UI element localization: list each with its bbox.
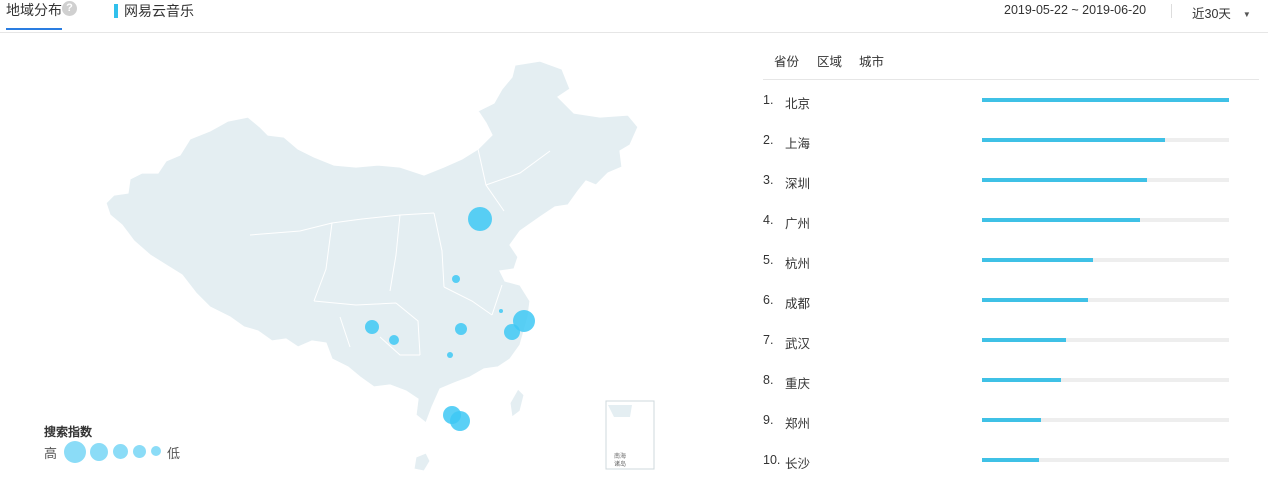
city-name: 武汉 xyxy=(785,337,811,351)
brand-keyword: 网易云音乐 xyxy=(114,2,194,20)
rank-bar-fill xyxy=(982,98,1229,102)
rank-number: 8. xyxy=(763,373,774,387)
city-bubble[interactable] xyxy=(455,323,467,335)
city-name: 上海 xyxy=(785,137,811,151)
help-icon[interactable]: ? xyxy=(62,1,77,16)
rank-number: 3. xyxy=(763,173,774,187)
city-bubble[interactable] xyxy=(468,207,492,231)
date-range[interactable]: 2019-05-22 ~ 2019-06-20 xyxy=(1004,3,1146,17)
header-divider xyxy=(1171,4,1172,18)
list-item[interactable]: 3. 深圳 xyxy=(763,171,1233,191)
china-map-landmass xyxy=(105,60,639,472)
rank-bar-track xyxy=(982,298,1229,302)
city-name: 重庆 xyxy=(785,377,811,391)
tab-city[interactable]: 城市 xyxy=(859,51,884,70)
legend-dot xyxy=(64,441,86,463)
list-item[interactable]: 5. 杭州 xyxy=(763,251,1233,271)
legend-dot xyxy=(90,443,108,461)
tab-region-distribution[interactable]: 地域分布 xyxy=(6,0,62,31)
list-item[interactable]: 8. 重庆 xyxy=(763,371,1233,391)
list-item[interactable]: 7. 武汉 xyxy=(763,331,1233,351)
range-select-label: 近30天 xyxy=(1192,7,1231,21)
city-name: 杭州 xyxy=(785,257,811,271)
rank-bar-fill xyxy=(982,298,1089,302)
list-item[interactable]: 9. 郑州 xyxy=(763,411,1233,431)
inset-label-1: 南海 xyxy=(614,452,626,460)
tab-region[interactable]: 区域 xyxy=(817,51,842,70)
list-item[interactable]: 10. 长沙 xyxy=(763,451,1233,471)
inset-label-2: 诸岛 xyxy=(614,460,626,468)
legend-dot xyxy=(113,444,128,459)
rank-bar-track xyxy=(982,218,1229,222)
city-bubble[interactable] xyxy=(499,309,503,313)
rank-bar-fill xyxy=(982,138,1165,142)
rank-bar-track xyxy=(982,138,1229,142)
rank-number: 10. xyxy=(763,453,781,467)
tab-province[interactable]: 省份 xyxy=(774,51,799,70)
city-bubble[interactable] xyxy=(389,335,399,345)
rank-bar-fill xyxy=(982,258,1094,262)
list-item[interactable]: 1. 北京 xyxy=(763,91,1233,111)
tab-active-underline xyxy=(6,28,62,30)
city-bubble[interactable] xyxy=(447,352,453,358)
header-bar: 地域分布 ? 网易云音乐 2019-05-22 ~ 2019-06-20 近30… xyxy=(0,0,1268,33)
city-name: 成都 xyxy=(785,297,811,311)
ranking-tabs: 省份 区域 城市 xyxy=(763,50,1259,80)
rank-number: 4. xyxy=(763,213,774,227)
rank-bar-fill xyxy=(982,338,1066,342)
rank-bar-fill xyxy=(982,378,1062,382)
list-item[interactable]: 6. 成都 xyxy=(763,291,1233,311)
rank-number: 5. xyxy=(763,253,774,267)
rank-bar-track xyxy=(982,378,1229,382)
legend-title: 搜索指数 xyxy=(44,425,93,439)
city-name: 长沙 xyxy=(785,457,811,471)
city-bubble[interactable] xyxy=(365,320,379,334)
rank-bar-track xyxy=(982,418,1229,422)
city-name: 深圳 xyxy=(785,177,811,191)
legend-low-label: 低 xyxy=(167,446,181,461)
city-name: 广州 xyxy=(785,217,811,231)
south-sea-inset: 南海 诸岛 xyxy=(605,400,655,470)
city-bubble[interactable] xyxy=(504,324,520,340)
rank-bar-track xyxy=(982,458,1229,462)
list-item[interactable]: 2. 上海 xyxy=(763,131,1233,151)
list-item[interactable]: 4. 广州 xyxy=(763,211,1233,231)
city-bubble[interactable] xyxy=(452,275,460,283)
rank-bar-track xyxy=(982,258,1229,262)
rank-bar-track xyxy=(982,98,1229,102)
city-bubble[interactable] xyxy=(450,411,470,431)
rank-bar-track xyxy=(982,178,1229,182)
city-name: 北京 xyxy=(785,97,811,111)
brand-label: 网易云音乐 xyxy=(124,3,194,19)
tab-label: 地域分布 xyxy=(6,2,62,18)
range-select[interactable]: 近30天 ▼ xyxy=(1192,3,1251,22)
rank-bar-fill xyxy=(982,418,1042,422)
brand-color-marker xyxy=(114,4,118,18)
legend-dot xyxy=(151,446,161,456)
rank-bar-fill xyxy=(982,178,1148,182)
rank-bar-fill xyxy=(982,218,1141,222)
chevron-down-icon: ▼ xyxy=(1242,10,1251,19)
rank-number: 9. xyxy=(763,413,774,427)
china-map: 南海 诸岛 xyxy=(105,60,655,472)
rank-number: 7. xyxy=(763,333,774,347)
rank-bar-fill xyxy=(982,458,1039,462)
legend-dot xyxy=(133,445,146,458)
rank-number: 2. xyxy=(763,133,774,147)
rank-number: 1. xyxy=(763,93,774,107)
rank-number: 6. xyxy=(763,293,774,307)
city-name: 郑州 xyxy=(785,417,811,431)
legend-high-label: 高 xyxy=(44,446,58,461)
rank-bar-track xyxy=(982,338,1229,342)
